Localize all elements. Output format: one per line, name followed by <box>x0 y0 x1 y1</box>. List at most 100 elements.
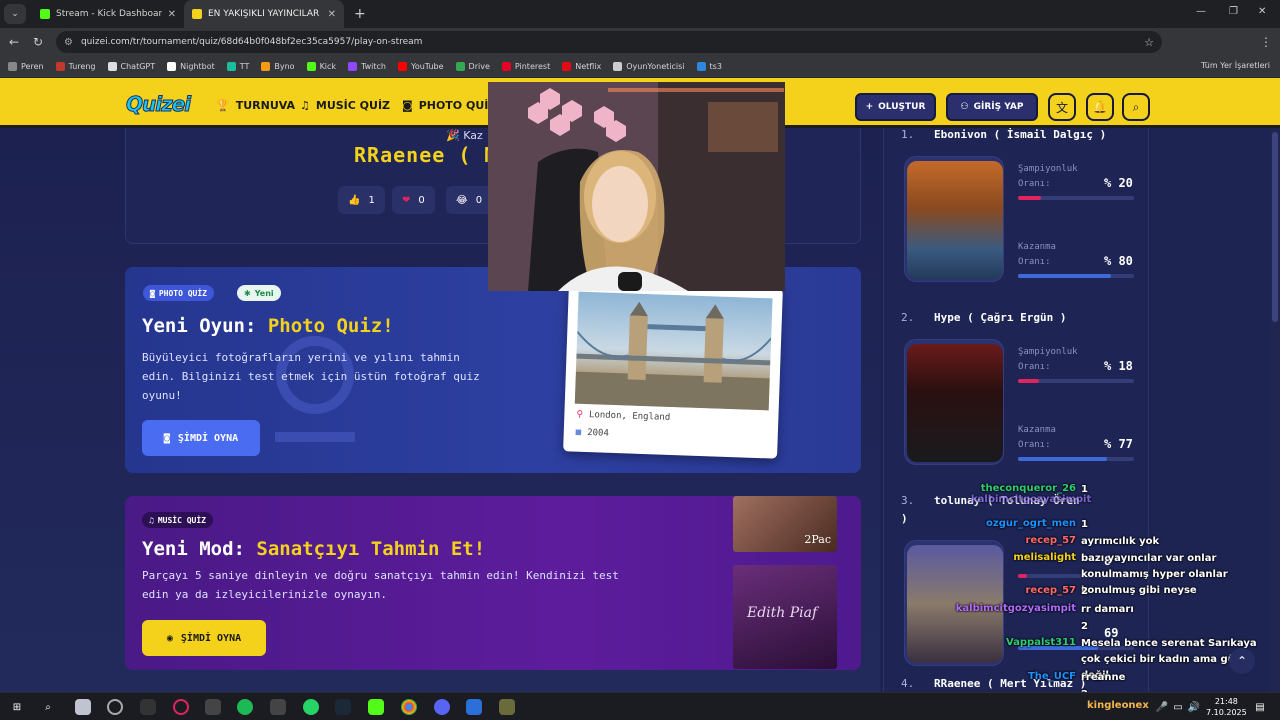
restore-icon[interactable]: ❐ <box>1229 6 1238 17</box>
bookmark-label: Nightbot <box>180 62 215 71</box>
quizei-logo[interactable]: Quizei <box>125 92 191 117</box>
reload-icon[interactable]: ↻ <box>26 35 50 49</box>
bookmark-star-icon[interactable]: ☆ <box>1144 36 1154 49</box>
tab-quizei[interactable]: EN YAKIŞIKLI YAYINCILAR ( AKT ✕ <box>184 0 344 28</box>
back-icon[interactable]: ← <box>2 35 26 49</box>
chat-username: theconqueror_26 <box>980 483 1076 494</box>
bookmark-label: ts3 <box>709 62 722 71</box>
bookmark-favicon-icon <box>226 62 236 71</box>
page-scrollbar[interactable] <box>1270 128 1280 692</box>
avatar <box>907 161 1003 279</box>
nav-photo-quiz[interactable]: ◙ PHOTO QUİZ <box>402 99 496 112</box>
location-pin-icon: ⚲ <box>576 409 584 420</box>
windows-start-icon[interactable]: ⊞ <box>9 699 25 715</box>
play-circle-icon: ◉ <box>166 632 173 644</box>
system-clock[interactable]: 21:48 7.10.2025 <box>1206 696 1247 718</box>
bookmark-item[interactable]: Byno <box>261 62 295 71</box>
reaction-laugh-button[interactable]: 😂 0 <box>446 186 493 214</box>
bookmark-favicon-icon <box>261 62 271 71</box>
notification-bell-icon[interactable]: 🔔 <box>1086 93 1114 121</box>
close-tab-icon[interactable]: ✕ <box>168 9 176 20</box>
bookmark-item[interactable]: YouTube <box>398 62 444 71</box>
player-name-continuation: ) <box>901 512 908 525</box>
chat-message: rr damarı <box>1081 604 1134 615</box>
champ-rate-label: Şampiyonluk Oranı: <box>1018 347 1078 372</box>
bookmark-item[interactable]: Peren <box>8 62 44 71</box>
bookmark-label: OyunYoneticisi <box>626 62 685 71</box>
bookmark-item[interactable]: ts3 <box>696 62 722 71</box>
microphone-icon[interactable]: 🎤 <box>1154 699 1170 715</box>
close-window-icon[interactable]: ✕ <box>1258 6 1266 17</box>
bookmark-item[interactable]: Drive <box>455 62 490 71</box>
bookmark-item[interactable]: Kick <box>306 62 337 71</box>
taskbar-search-icon[interactable]: ⌕ <box>40 699 56 715</box>
bookmark-item[interactable]: OyunYoneticisi <box>613 62 685 71</box>
nav-tournament[interactable]: 🏆 TURNUVA <box>216 99 295 112</box>
app-icon[interactable] <box>499 699 515 715</box>
tray-username: kingleonex <box>1087 700 1149 711</box>
music-play-button[interactable]: ◉ ŞİMDİ OYNA <box>142 620 266 656</box>
close-tab-icon[interactable]: ✕ <box>328 9 336 20</box>
search-icon[interactable]: ⌕ <box>1122 93 1150 121</box>
photo-play-button[interactable]: ◙ ŞİMDİ OYNA <box>142 420 260 456</box>
notifications-icon[interactable]: ▤ <box>1252 699 1268 715</box>
app-icon[interactable] <box>466 699 482 715</box>
app-icon[interactable] <box>205 699 221 715</box>
app-icon[interactable] <box>270 699 286 715</box>
bookmark-item[interactable]: Netflix <box>562 62 601 71</box>
opera-icon[interactable] <box>173 699 189 715</box>
app-icon[interactable] <box>75 699 91 715</box>
discord-icon[interactable] <box>434 699 450 715</box>
reaction-heart-button[interactable]: ❤ 0 <box>392 186 435 214</box>
bookmark-item[interactable]: ChatGPT <box>107 62 155 71</box>
epic-games-icon[interactable] <box>140 699 156 715</box>
bookmark-item[interactable]: Pinterest <box>501 62 551 71</box>
bookmark-item[interactable]: TT <box>226 62 249 71</box>
reaction-count: 1 <box>368 194 375 206</box>
whatsapp-icon[interactable] <box>303 699 319 715</box>
chat-username-overlap: kalbimcitgozyasimpit <box>971 494 1092 505</box>
volume-icon[interactable]: 🔊 <box>1186 699 1202 715</box>
bookmark-label: Kick <box>319 62 337 71</box>
bookmark-item[interactable]: Twitch <box>348 62 386 71</box>
champ-rate-bar <box>1018 196 1134 200</box>
translate-icon[interactable]: 文 <box>1048 93 1076 121</box>
photo-quiz-pill: ◙ PHOTO QUİZ <box>143 285 214 301</box>
url-text[interactable]: quizei.com/tr/tournament/quiz/68d64b0f04… <box>81 37 422 47</box>
bookmark-label: Pinterest <box>514 62 551 71</box>
login-button[interactable]: ⚇ GİRİŞ YAP <box>946 93 1038 121</box>
all-bookmarks[interactable]: Tüm Yer İşaretleri <box>1201 61 1270 70</box>
address-bar[interactable]: ⚙ quizei.com/tr/tournament/quiz/68d64b0f… <box>56 31 1162 53</box>
app-icon[interactable] <box>107 699 123 715</box>
new-tab-icon[interactable]: + <box>354 6 366 22</box>
scrollbar-thumb[interactable] <box>1272 132 1278 322</box>
tab-kick-dashboard[interactable]: Stream - Kick Dashboard ✕ <box>32 0 184 28</box>
album-title: 2Pac <box>804 533 831 546</box>
bookmark-label: Peren <box>21 62 44 71</box>
nav-music-quiz[interactable]: ♫ MUSİC QUİZ <box>300 99 390 112</box>
steam-icon[interactable] <box>335 699 351 715</box>
spotify-icon[interactable] <box>237 699 253 715</box>
champ-rate-label: Şampiyonluk Oranı: <box>1018 164 1078 189</box>
chat-message: 1 <box>1081 484 1088 495</box>
network-icon[interactable]: ▭ <box>1170 699 1186 715</box>
kick-icon[interactable] <box>368 699 384 715</box>
create-button[interactable]: + OLUŞTUR <box>855 93 936 121</box>
bookmark-favicon-icon <box>306 62 316 71</box>
scroll-to-top-button[interactable]: ⌃ <box>1229 648 1255 674</box>
menu-dots-icon[interactable]: ⋮ <box>1254 35 1278 49</box>
chat-username: ozgur_ogrt_men <box>986 518 1076 529</box>
bookmark-favicon-icon <box>562 62 572 71</box>
win-rate-value: % 77 <box>1104 437 1133 451</box>
reaction-like-button[interactable]: 👍 1 <box>338 186 385 214</box>
music-card-description: Parçayı 5 saniye dinleyin ve doğru sanat… <box>142 569 619 601</box>
bookmark-item[interactable]: Nightbot <box>167 62 215 71</box>
site-info-icon[interactable]: ⚙ <box>64 37 73 48</box>
chrome-icon[interactable] <box>401 699 417 715</box>
minimize-icon[interactable]: — <box>1196 6 1206 17</box>
nav-label: MUSİC QUİZ <box>315 99 391 112</box>
player-name: Hype ( Çağrı Ergün ) <box>934 311 1067 324</box>
tab-search-icon[interactable]: ⌄ <box>4 4 26 24</box>
bookmark-item[interactable]: Tureng <box>55 62 96 71</box>
champ-rate-value: % 18 <box>1104 359 1133 373</box>
